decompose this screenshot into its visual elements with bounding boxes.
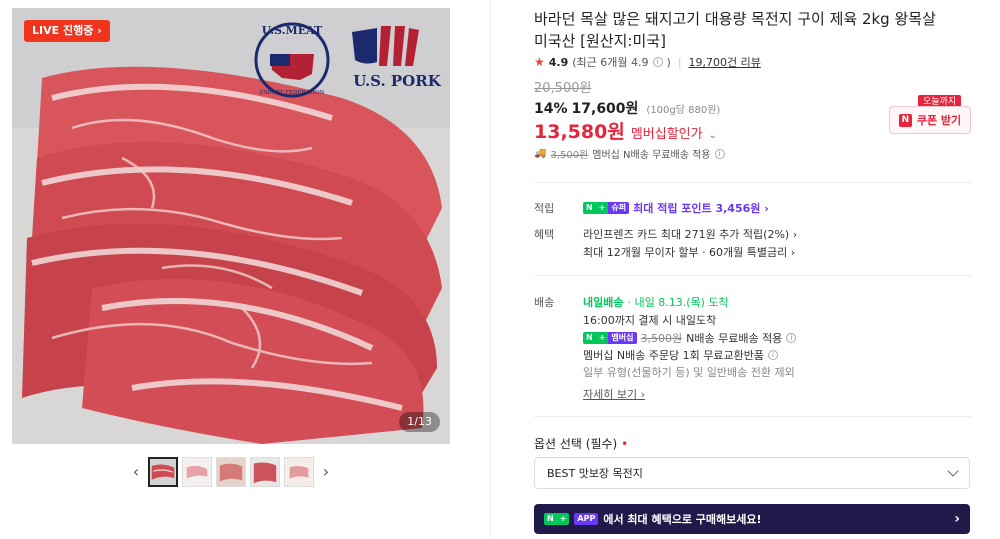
option-selected-value: BEST 맛보장 목전지	[547, 467, 643, 480]
exchange-text: 멤버십 N배송 주문당 1회 무료교환반품	[583, 349, 765, 362]
thumb-next-arrow[interactable]: ›	[318, 457, 334, 487]
thumbnail[interactable]	[148, 457, 178, 487]
membership-ship-row: N + 멤버십 3,500원 N배송 무료배송 적용 i	[583, 330, 797, 346]
points-text: 최대 적립 포인트 3,456원 ›	[633, 202, 769, 215]
coupon-button[interactable]: N 쿠폰 받기	[889, 106, 971, 134]
image-counter: 1/13	[399, 412, 440, 432]
app-promo-banner[interactable]: N + APP 에서 최대 혜택으로 구매해보세요! ›	[534, 504, 970, 534]
product-title: 바라던 목살 많은 돼지고기 대용량 목전지 구이 제육 2kg 왕목살 미국산…	[534, 10, 936, 50]
logo1-top-text: U.S.MEAT	[262, 24, 323, 37]
chevron-down-icon[interactable]: ⌄	[709, 130, 717, 141]
divider	[534, 275, 972, 276]
installment-benefit[interactable]: 최대 12개월 무이자 할부 · 60개월 특별금리 ›	[583, 244, 795, 260]
thumbnail-strip: ‹ ›	[128, 457, 334, 487]
rating-value: 4.9	[548, 55, 569, 69]
thumbnail[interactable]	[284, 457, 314, 487]
points-row[interactable]: N + 슈퍼 최대 적립 포인트 3,456원 ›	[583, 200, 769, 216]
exchange-row: 멤버십 N배송 주문당 1회 무료교환반품 i	[583, 347, 779, 363]
info-icon[interactable]: i	[714, 148, 725, 159]
exclude-text: 일부 유형(선물하기 등) 및 일반배송 전환 제외	[583, 366, 795, 379]
thumb-prev-arrow[interactable]: ‹	[128, 457, 144, 487]
logo2-text: U.S. PORK	[353, 72, 441, 90]
shipping-row: 🚚 3,500원 멤버십 N배송 무료배송 적용 i	[534, 146, 725, 161]
logo1-bottom-text: EXPORT FEDERATION	[260, 90, 325, 96]
ship-text: N배송 무료배송 적용	[686, 332, 783, 345]
info-icon[interactable]: i	[786, 333, 797, 343]
coupon-button-label: 쿠폰 받기	[916, 114, 962, 127]
discount-rate: 14%	[534, 101, 568, 117]
arrival-date: · 내일 8.13.(목) 도착	[627, 296, 729, 309]
discount-row: 14% 17,600원 (100g당 880원)	[534, 98, 720, 118]
benefit-label: 혜택	[534, 228, 555, 241]
info-icon[interactable]: i	[768, 350, 779, 360]
npay-super-badge: N + 슈퍼	[583, 202, 630, 214]
rating-row: ★ 4.9 (최근 6개월 4.9 i) | 19,700건 리뷰	[534, 54, 761, 70]
option-label: 옵션 선택 (필수) •	[534, 437, 629, 451]
tomorrow-delivery-badge: 내일배송	[583, 296, 624, 309]
thumbnail[interactable]	[250, 457, 280, 487]
thumbnail[interactable]	[216, 457, 246, 487]
cutoff-text: 16:00까지 결제 시 내일도착	[583, 314, 717, 327]
thumbnail[interactable]	[182, 457, 212, 487]
us-meat-logo: U.S.MEAT EXPORT FEDERATION	[254, 22, 330, 98]
member-price-label: 멤버십할인가	[630, 127, 703, 142]
divider	[534, 182, 972, 183]
star-icon: ★	[534, 55, 545, 69]
live-badge[interactable]: LIVE 진행중 ›	[24, 20, 110, 42]
app-badge: APP	[574, 513, 599, 525]
divider	[534, 416, 972, 417]
chevron-down-icon	[947, 465, 959, 477]
discount-price: 17,600원	[571, 101, 639, 117]
rating-recent: (최근 6개월 4.9	[572, 56, 649, 69]
card-benefit[interactable]: 라인프렌즈 카드 최대 271원 추가 적립(2%) ›	[583, 226, 797, 242]
original-price: 20,500원	[534, 81, 592, 96]
promo-text: 에서 최대 혜택으로 구매해보세요!	[603, 513, 762, 526]
unit-price: (100g당 880원)	[646, 105, 721, 116]
npay-plus-badge: N +	[544, 513, 570, 525]
naver-n-icon: N	[898, 113, 912, 127]
column-divider	[490, 0, 491, 539]
chevron-right-icon: ›	[954, 511, 960, 527]
member-price: 13,580원	[534, 121, 625, 143]
delivery-label: 배송	[534, 296, 555, 309]
option-select[interactable]: BEST 맛보장 목전지	[534, 457, 970, 489]
npay-membership-badge: N + 멤버십	[583, 332, 637, 344]
shipping-original: 3,500원	[550, 150, 589, 161]
product-main-image[interactable]: LIVE 진행중 › U.S.MEAT EXPORT FEDERATION U.…	[12, 8, 450, 444]
review-link[interactable]: 19,700건 리뷰	[689, 54, 761, 70]
member-price-row[interactable]: 13,580원 멤버십할인가 ⌄	[534, 117, 717, 144]
points-label: 적립	[534, 202, 555, 215]
us-pork-logo: U.S. PORK	[352, 26, 442, 90]
ship-original: 3,500원	[640, 332, 683, 345]
truck-icon: 🚚	[534, 148, 547, 159]
shipping-text: 멤버십 N배송 무료배송 적용	[592, 150, 711, 161]
required-mark: •	[621, 437, 629, 451]
more-details-link[interactable]: 자세히 보기 ›	[583, 386, 645, 402]
info-icon[interactable]: i	[652, 57, 663, 67]
delivery-row: 내일배송 · 내일 8.13.(목) 도착	[583, 294, 729, 310]
